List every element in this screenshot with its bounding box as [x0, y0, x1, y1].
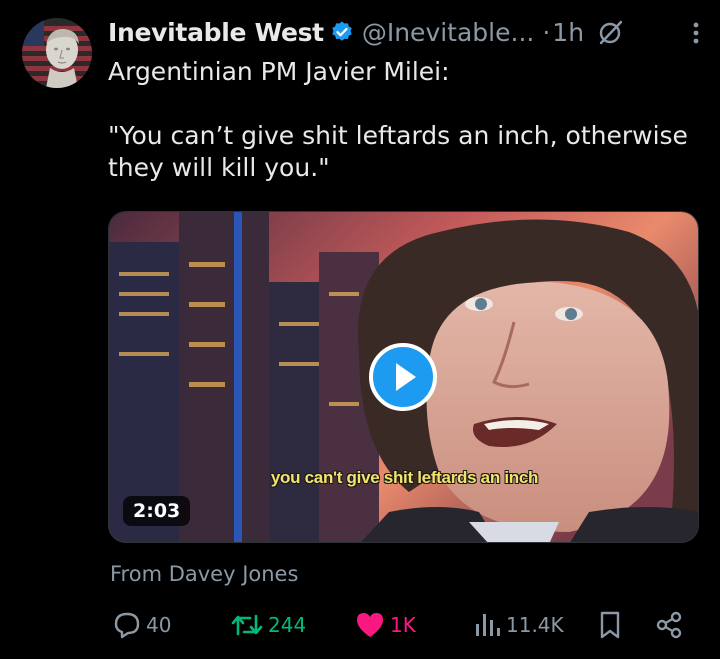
- avatar[interactable]: [22, 18, 92, 88]
- tweet-text: Argentinian PM Javier Milei: "You can’t …: [108, 56, 708, 184]
- bookmark-button[interactable]: [596, 607, 624, 643]
- views-icon: [476, 614, 500, 636]
- view-count: 11.4K: [506, 613, 564, 637]
- repost-button[interactable]: 244: [230, 607, 306, 643]
- tweet-header: Inevitable West @Inevitable... · 1h: [108, 14, 708, 50]
- grok-icon[interactable]: [598, 19, 624, 45]
- media-attribution[interactable]: From Davey Jones: [110, 562, 298, 586]
- like-icon: [357, 613, 383, 637]
- timestamp[interactable]: 1h: [552, 18, 584, 47]
- share-button[interactable]: [654, 607, 684, 643]
- repost-icon: [231, 614, 263, 636]
- tweet-quote: "You can’t give shit leftards an inch, o…: [108, 121, 688, 182]
- tweet-actions: 40 244 1K 11.4K: [112, 607, 692, 643]
- views-button[interactable]: 11.4K: [472, 607, 564, 643]
- like-count: 1K: [390, 613, 416, 637]
- separator-dot: ·: [542, 17, 551, 47]
- reply-count: 40: [146, 613, 172, 637]
- like-button[interactable]: 1K: [354, 607, 416, 643]
- play-button[interactable]: [369, 343, 437, 411]
- reply-icon: [114, 612, 140, 639]
- reply-button[interactable]: 40: [112, 607, 171, 643]
- verified-badge-icon: [332, 21, 352, 41]
- author-name[interactable]: Inevitable West: [108, 18, 324, 47]
- share-icon: [656, 611, 682, 639]
- author-handle[interactable]: @Inevitable...: [362, 18, 535, 47]
- video-subtitle: you can't give shit leftards an inch: [270, 468, 539, 487]
- video-player[interactable]: you can't give shit leftards an inch 2:0…: [108, 211, 699, 543]
- video-duration: 2:03: [123, 496, 191, 526]
- more-options-icon[interactable]: [684, 20, 708, 46]
- bookmark-icon: [600, 611, 620, 639]
- tweet-line: Argentinian PM Javier Milei:: [108, 57, 450, 86]
- play-icon: [396, 363, 416, 391]
- repost-count: 244: [268, 613, 307, 637]
